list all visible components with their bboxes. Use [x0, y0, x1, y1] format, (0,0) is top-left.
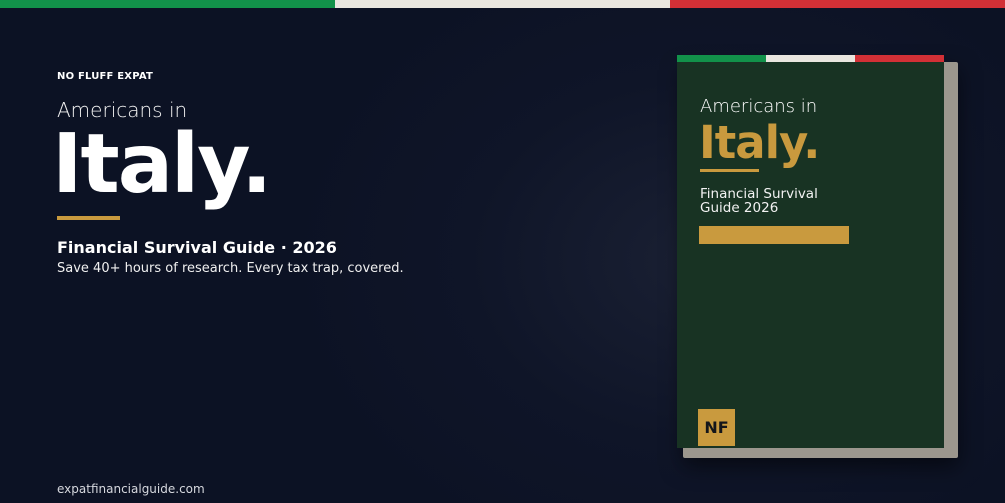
flag-green-stripe [0, 0, 335, 8]
book-flag-white-stripe [766, 55, 855, 62]
italian-flag-bar [0, 0, 1005, 8]
book-gold-band [699, 226, 849, 244]
book-pre-title: Americans in [700, 96, 818, 117]
flag-white-stripe [335, 0, 670, 8]
website-link[interactable]: expatfinancialguide.com [57, 482, 205, 496]
book-title: Italy. [699, 116, 820, 169]
book-flag-red-stripe [855, 55, 944, 62]
hero-subtitle: Financial Survival Guide · 2026 [57, 238, 337, 257]
brand-label: NO FLUFF EXPAT [57, 71, 153, 82]
book-title-underline [700, 169, 759, 172]
book-logo-badge: NF [698, 409, 735, 446]
book-flag-green-stripe [677, 55, 766, 62]
hero-title-underline [57, 216, 120, 220]
book-flag-bar [677, 55, 944, 62]
hero-title: Italy. [52, 117, 272, 212]
book-subtitle: Financial Survival Guide 2026 [700, 186, 818, 217]
hero-tagline: Save 40+ hours of research. Every tax tr… [57, 261, 404, 276]
flag-red-stripe [670, 0, 1005, 8]
book-cover: Americans in Italy. Financial Survival G… [677, 55, 944, 448]
